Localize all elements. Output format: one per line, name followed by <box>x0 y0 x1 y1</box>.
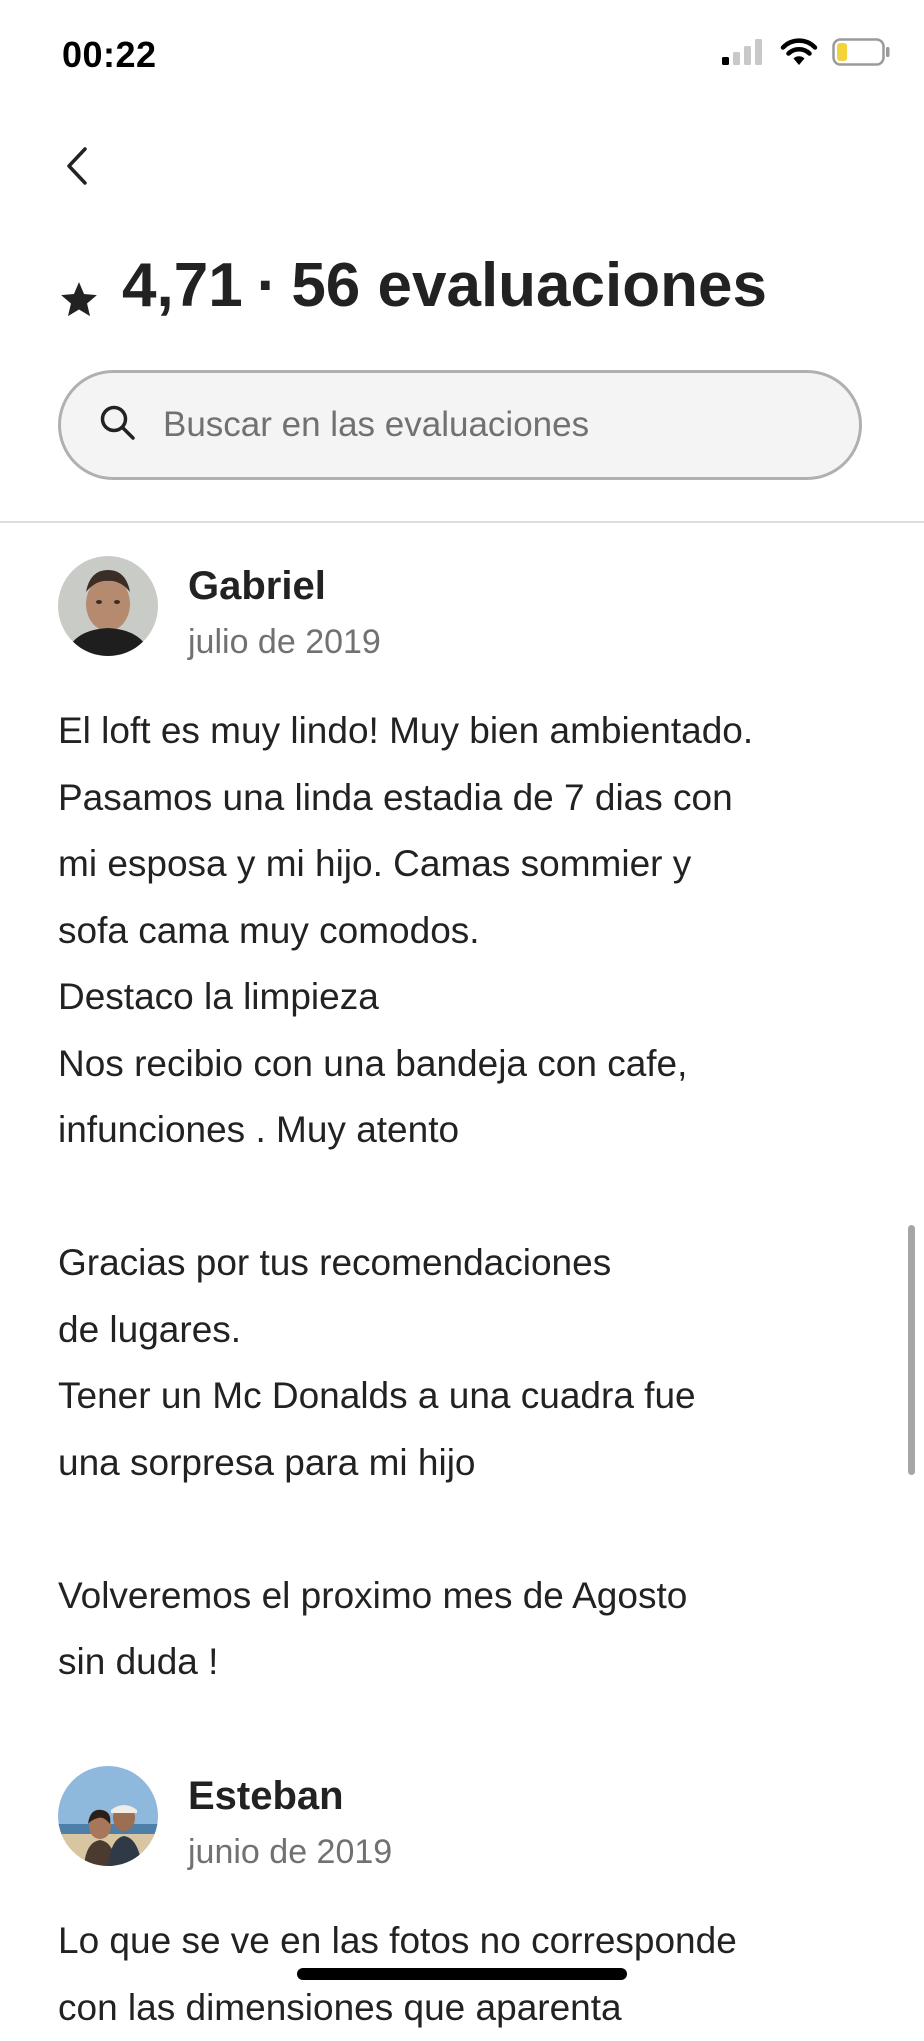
review-header: Esteban junio de 2019 <box>58 1766 868 1876</box>
review-item: Gabriel julio de 2019 El loft es muy lin… <box>58 556 868 1696</box>
search-icon <box>99 404 137 447</box>
status-time: 00:22 <box>62 34 157 75</box>
cellular-signal-icon <box>722 39 766 70</box>
back-button[interactable] <box>52 138 102 198</box>
review-date: julio de 2019 <box>188 623 381 661</box>
rating-separator: · <box>256 251 278 320</box>
status-bar: 00:22 <box>0 0 924 110</box>
scrollbar[interactable] <box>908 1225 915 1475</box>
battery-icon <box>832 38 890 71</box>
review-date: junio de 2019 <box>188 1833 393 1871</box>
reviewer-info: Gabriel julio de 2019 <box>188 556 381 666</box>
avatar[interactable] <box>58 1766 158 1866</box>
reviewer-name[interactable]: Gabriel <box>188 562 381 610</box>
chevron-left-icon <box>64 146 90 191</box>
home-indicator[interactable] <box>297 1968 627 1980</box>
review-text: El loft es muy lindo! Muy bien ambientad… <box>58 710 754 1682</box>
rating-value: 4,71 <box>122 251 243 320</box>
search-bar[interactable] <box>58 370 862 480</box>
rating-heading: 4,71 · 56 evaluaciones <box>58 250 767 321</box>
review-header: Gabriel julio de 2019 <box>58 556 868 666</box>
reviews-count: 56 evaluaciones <box>291 251 767 320</box>
reviewer-name[interactable]: Esteban <box>188 1772 392 1820</box>
wifi-icon <box>780 38 818 71</box>
avatar[interactable] <box>58 556 158 656</box>
status-icons <box>722 38 890 71</box>
search-input[interactable] <box>161 404 825 446</box>
star-icon <box>58 265 100 316</box>
reviewer-info: Esteban junio de 2019 <box>188 1766 392 1876</box>
divider <box>0 521 924 523</box>
